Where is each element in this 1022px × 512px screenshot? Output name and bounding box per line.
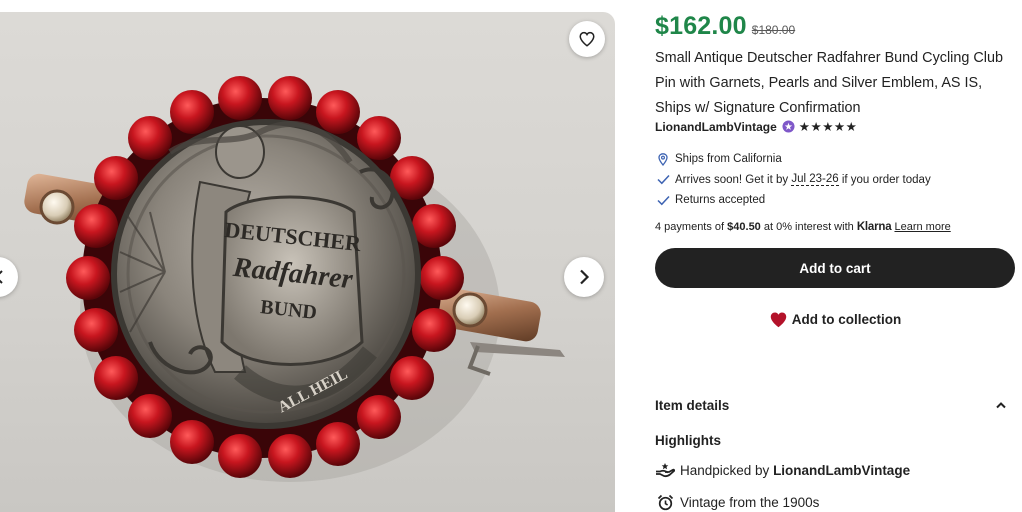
returns-text: Returns accepted (675, 194, 766, 207)
alarm-clock-icon (655, 494, 675, 511)
add-to-collection-button[interactable]: Add to collection (655, 306, 1015, 332)
arrival-dates-link[interactable]: Jul 23-26 (791, 173, 839, 187)
highlight-vintage: Vintage from the 1900s (655, 494, 819, 511)
handpicked-prefix: Handpicked by (680, 462, 774, 478)
check-icon (655, 195, 671, 206)
klarna-prefix: 4 payments of (655, 221, 728, 233)
original-price: $180.00 (751, 23, 796, 37)
arrival-prefix: Arrives soon! Get it by (675, 173, 792, 186)
klarna-learn-more-link[interactable]: Learn more (894, 221, 950, 233)
klarna-logo: Klarna (856, 221, 892, 233)
handpicked-shop-link[interactable]: LionandLambVintage (773, 463, 910, 478)
check-icon (655, 174, 671, 185)
next-image-button[interactable] (564, 257, 604, 297)
product-photo: DEUTSCHER Radfahrer BUND ALL HEIL (24, 76, 565, 482)
hand-icon (655, 462, 675, 478)
chevron-right-icon (580, 269, 590, 285)
location-pin-icon (655, 152, 671, 166)
star-seller-badge-icon (782, 120, 795, 133)
price-row: $162.00 $180.00 (655, 12, 795, 41)
sale-price: $162.00 (655, 12, 747, 40)
highlights-heading: Highlights (655, 433, 721, 448)
highlight-handpicked: Handpicked by LionandLambVintage (655, 462, 910, 478)
arrival-suffix: if you order today (838, 173, 931, 186)
item-details-heading: Item details (655, 397, 730, 413)
klarna-middle: at 0% interest with (760, 221, 857, 233)
vintage-text: Vintage from the 1900s (680, 495, 820, 510)
rating-stars: ★★★★★ (798, 120, 858, 134)
listing-title: Small Antique Deutscher Radfahrer Bund C… (655, 50, 1003, 116)
shop-row: LionandLambVintage ★★★★★ (655, 119, 858, 135)
returns-row: Returns accepted (655, 190, 1017, 211)
klarna-financing: 4 payments of $40.50 at 0% interest with… (655, 221, 951, 233)
shop-name-link[interactable]: LionandLambVintage (655, 120, 777, 134)
add-to-cart-button[interactable]: Add to cart (655, 248, 1015, 288)
listing-image-carousel[interactable]: DEUTSCHER Radfahrer BUND ALL HEIL (0, 12, 615, 512)
item-details-toggle[interactable]: Item details (655, 393, 1015, 417)
favorite-button[interactable] (569, 21, 605, 57)
add-to-collection-label: Add to collection (791, 311, 902, 327)
klarna-amount: $40.50 (727, 221, 761, 233)
chevron-up-icon (996, 402, 1006, 409)
arrival-row: Arrives soon! Get it by Jul 23-26 if you… (655, 170, 1017, 191)
heart-filled-icon (770, 312, 786, 327)
chevron-left-icon (0, 270, 3, 284)
ships-from-text: Ships from California (675, 153, 782, 166)
heart-outline-icon (579, 31, 595, 47)
shipping-info-list: Ships from California Arrives soon! Get … (655, 149, 1017, 211)
ships-from-row: Ships from California (655, 149, 1017, 170)
